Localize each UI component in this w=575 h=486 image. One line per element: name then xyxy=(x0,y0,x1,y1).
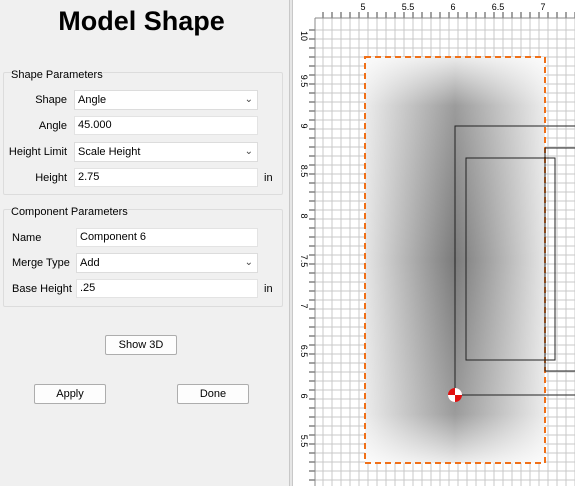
y-tick-label: 7 xyxy=(299,303,309,308)
chevron-down-icon: ⌄ xyxy=(244,146,253,157)
base-height-label: Base Height xyxy=(12,283,72,295)
angle-input[interactable]: 45.000 xyxy=(74,116,258,135)
chevron-down-icon: ⌄ xyxy=(244,94,253,105)
height-unit: in xyxy=(264,172,273,184)
chevron-down-icon: ⌄ xyxy=(244,257,253,268)
x-tick-label: 7 xyxy=(540,2,545,12)
y-tick-label: 10 xyxy=(299,31,309,41)
base-height-unit: in xyxy=(264,283,273,295)
top-ruler xyxy=(293,0,575,18)
height-limit-select[interactable]: Scale Height ⌄ xyxy=(74,142,258,162)
component-outline-edge-right xyxy=(544,148,575,372)
y-tick-label: 8.5 xyxy=(299,165,309,178)
x-tick-label: 5 xyxy=(360,2,365,12)
shape-parameters-group: Shape Parameters Shape Angle ⌄ Angle 45.… xyxy=(3,69,283,195)
merge-type-select-value: Add xyxy=(80,257,100,269)
left-ruler xyxy=(293,0,315,486)
done-button[interactable]: Done xyxy=(177,384,249,404)
origin-marker xyxy=(448,388,462,402)
merge-type-label: Merge Type xyxy=(12,257,70,269)
height-limit-select-value: Scale Height xyxy=(78,146,141,158)
component-parameters-title: Component Parameters xyxy=(11,206,128,218)
name-label: Name xyxy=(12,232,42,244)
merge-type-select[interactable]: Add ⌄ xyxy=(76,253,258,273)
shape-select[interactable]: Angle ⌄ xyxy=(74,90,258,110)
height-input[interactable]: 2.75 xyxy=(74,168,258,187)
shape-select-value: Angle xyxy=(78,94,107,106)
name-input[interactable]: Component 6 xyxy=(76,228,258,247)
shape-parameters-title: Shape Parameters xyxy=(11,69,103,81)
angle-label: Angle xyxy=(38,120,67,132)
page-title: Model Shape xyxy=(58,6,225,36)
x-tick-label: 5.5 xyxy=(402,2,415,12)
y-tick-label: 8 xyxy=(299,213,309,218)
y-tick-label: 7.5 xyxy=(299,255,309,268)
x-tick-label: 6 xyxy=(450,2,455,12)
apply-button[interactable]: Apply xyxy=(34,384,106,404)
shape-label: Shape xyxy=(35,94,67,106)
y-tick-label: 5.5 xyxy=(299,435,309,448)
preview-svg: 5 5.5 6 6.5 7 10 9.5 9 8.5 8 7.5 7 6.5 6 5.5 xyxy=(293,0,575,486)
y-tick-label: 9.5 xyxy=(299,75,309,88)
parameters-panel: Model Shape Shape Parameters Shape Angle… xyxy=(0,0,289,486)
y-tick-label: 9 xyxy=(299,123,309,128)
show-3d-button[interactable]: Show 3D xyxy=(105,335,177,355)
preview-canvas[interactable]: 5 5.5 6 6.5 7 10 9.5 9 8.5 8 7.5 7 6.5 6 5.5 xyxy=(293,0,575,486)
height-limit-label: Height Limit xyxy=(8,146,67,158)
component-parameters-group: Component Parameters Name Component 6 Me… xyxy=(3,206,283,307)
y-tick-label: 6.5 xyxy=(299,345,309,358)
height-label: Height xyxy=(35,172,67,184)
x-tick-label: 6.5 xyxy=(492,2,505,12)
y-tick-label: 6 xyxy=(299,393,309,398)
base-height-input[interactable]: .25 xyxy=(76,279,258,298)
